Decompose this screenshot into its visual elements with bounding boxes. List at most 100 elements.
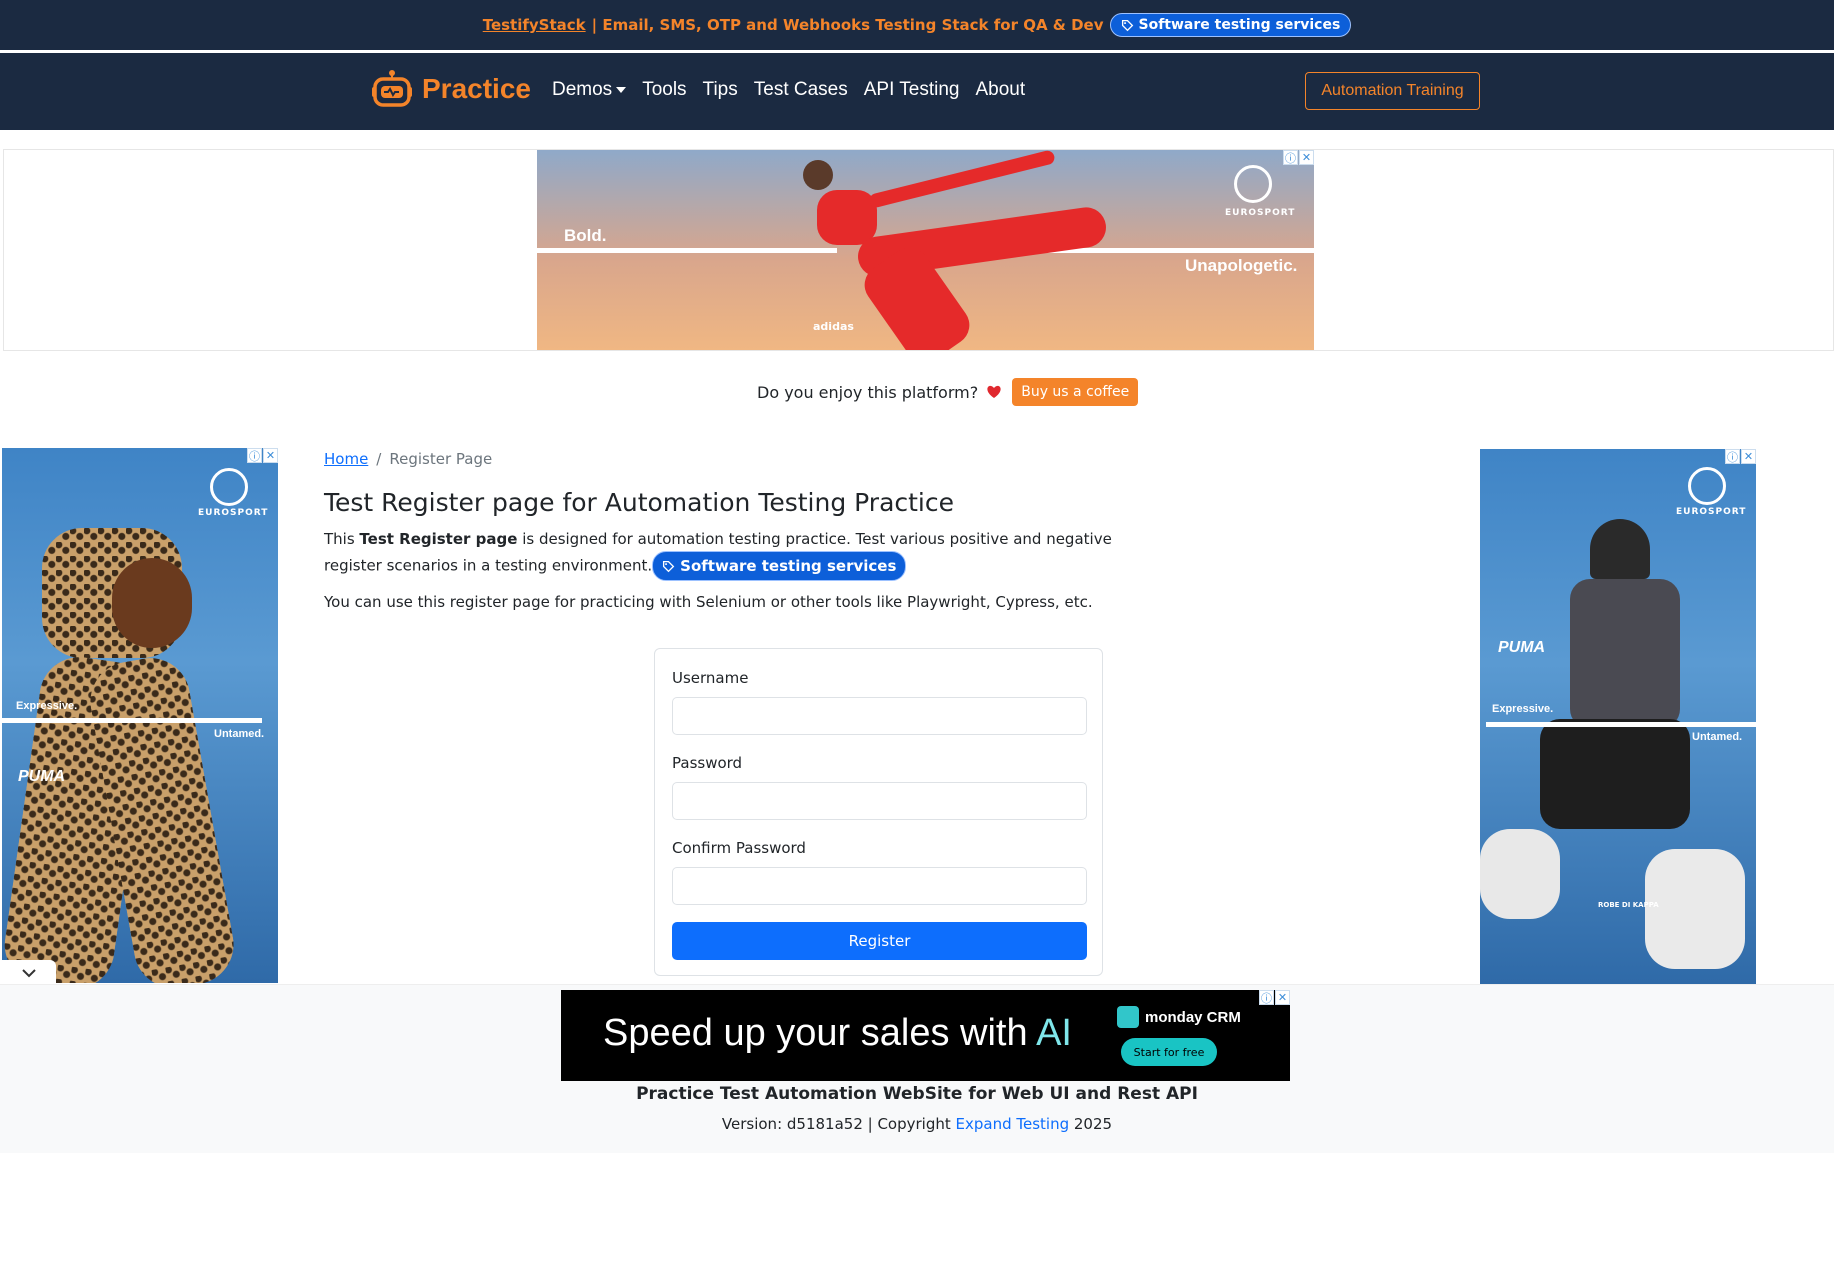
ad-word-unapologetic: Unapologetic. [1185, 256, 1298, 275]
ad-figure-shoe [1480, 829, 1560, 919]
software-testing-pill[interactable]: Software testing services [652, 551, 907, 581]
ad-figure-torso [817, 190, 877, 245]
ad-word-expressive: Expressive. [16, 700, 78, 712]
tag-icon [663, 560, 675, 572]
brand[interactable]: Practice [370, 67, 531, 111]
footer-year: 2025 [1069, 1115, 1113, 1133]
nav-tips[interactable]: Tips [703, 79, 738, 101]
ad-word-bold: Bold. [564, 226, 607, 245]
ad-stripe [1486, 722, 1756, 727]
username-input[interactable] [672, 697, 1087, 735]
robot-logo-icon [372, 70, 412, 107]
eurosport-logo-icon [1688, 467, 1726, 505]
breadcrumb: Home / Register Page [324, 450, 492, 468]
ad-figure-hair [112, 558, 192, 648]
pill-label: Software testing services [1138, 17, 1341, 33]
automation-training-button[interactable]: Automation Training [1305, 72, 1480, 110]
start-free-button[interactable]: Start for free [1121, 1038, 1217, 1066]
testifystack-link[interactable]: TestifyStack [483, 16, 586, 34]
monday-logo-icon [1117, 1006, 1139, 1028]
heart-icon [987, 385, 1001, 398]
nav-api-testing[interactable]: API Testing [864, 79, 960, 101]
ad-close-icon[interactable]: ✕ [1299, 150, 1314, 165]
coffee-row: Do you enjoy this platform? Buy us a cof… [757, 378, 1139, 406]
ad-sponsor: adidas [813, 320, 854, 333]
password-input[interactable] [672, 782, 1087, 820]
ad-info-icon[interactable]: ⓘ [1283, 150, 1298, 165]
register-form: Username Password Confirm Password Regis… [654, 648, 1103, 976]
nav-tools[interactable]: Tools [642, 79, 686, 101]
expand-testing-link[interactable]: Expand Testing [956, 1115, 1070, 1133]
ad-word-untamed: Untamed. [1692, 731, 1743, 743]
ad-figure-torso [1570, 579, 1680, 729]
breadcrumb-home[interactable]: Home [324, 450, 368, 468]
bottom-ad-banner[interactable]: Speed up your sales with AI monday CRM S… [561, 990, 1290, 1081]
nav-about[interactable]: About [976, 79, 1026, 101]
page-title: Test Register page for Automation Testin… [324, 488, 955, 517]
ad-figure-arm [868, 150, 1056, 209]
top-banner: TestifyStack | Email, SMS, OTP and Webho… [0, 0, 1834, 50]
buy-coffee-button[interactable]: Buy us a coffee [1012, 378, 1139, 406]
top-ad-banner[interactable]: Bold. Unapologetic. EUROSPORT adidas ⓘ ✕ [537, 150, 1314, 350]
ad-controls: ⓘ ✕ [1725, 449, 1756, 464]
chevron-down-icon [22, 969, 36, 978]
nav-test-cases[interactable]: Test Cases [754, 79, 848, 101]
pill-label: Software testing services [680, 557, 897, 575]
main-navbar: Practice Demos Tools Tips Test Cases API… [0, 53, 1834, 130]
ad-stripe [537, 248, 837, 253]
ad-controls: ⓘ ✕ [247, 448, 278, 463]
nav-demos-label: Demos [552, 79, 613, 100]
breadcrumb-separator: / [376, 450, 382, 468]
ad-word-untamed: Untamed. [214, 728, 265, 740]
ad-figure-head [803, 160, 833, 190]
collapse-ad-button[interactable] [2, 960, 56, 986]
ad-sponsor: PUMA [18, 768, 66, 785]
monday-brand: monday CRM [1117, 1006, 1241, 1028]
footer-version-text: Version: d5181a52 | Copyright [721, 1115, 956, 1133]
desc-bold: Test Register page [359, 530, 518, 548]
footer-title: Practice Test Automation WebSite for Web… [636, 1084, 1198, 1104]
ad-close-icon[interactable]: ✕ [1275, 990, 1290, 1005]
caret-down-icon [616, 86, 627, 93]
ad-stripe [2, 718, 262, 723]
breadcrumb-current: Register Page [389, 450, 493, 468]
bottom-ad-text-main: Speed up your sales with [603, 1012, 1037, 1054]
ad-info-icon[interactable]: ⓘ [247, 448, 262, 463]
ad-close-icon[interactable]: ✕ [263, 448, 278, 463]
ad-controls: ⓘ ✕ [1259, 990, 1290, 1005]
page-description: This Test Register page is designed for … [324, 527, 1114, 581]
top-banner-text: | Email, SMS, OTP and Webhooks Testing S… [591, 16, 1104, 34]
right-side-ad[interactable]: Expressive. Untamed. PUMA ROBE DI KAPPA … [1480, 449, 1756, 984]
software-testing-pill[interactable]: Software testing services [1109, 13, 1352, 37]
ad-info-icon[interactable]: ⓘ [1259, 990, 1274, 1005]
confirm-password-label: Confirm Password [672, 839, 806, 857]
ad-sponsor-2: ROBE DI KAPPA [1598, 901, 1659, 909]
footer-version: Version: d5181a52 | Copyright Expand Tes… [0, 1115, 1834, 1133]
ad-figure-shorts [1540, 719, 1690, 829]
ad-info-icon[interactable]: ⓘ [1725, 449, 1740, 464]
monday-brand-label: monday CRM [1145, 1008, 1241, 1026]
confirm-password-input[interactable] [672, 867, 1087, 905]
username-label: Username [672, 669, 749, 687]
ad-sponsor: PUMA [1498, 639, 1546, 656]
brand-name: Practice [422, 73, 531, 104]
ad-brand: EUROSPORT [1225, 208, 1296, 218]
register-button[interactable]: Register [672, 922, 1087, 960]
bottom-ad-text-ai: AI [1036, 1012, 1072, 1054]
nav-demos[interactable]: Demos [552, 79, 627, 101]
tag-icon [1121, 19, 1133, 31]
page-description-2: You can use this register page for pract… [324, 593, 1093, 611]
ad-figure-hat [1590, 519, 1650, 579]
eurosport-logo-icon [1234, 165, 1272, 203]
desc-prefix: This [324, 530, 360, 548]
bottom-ad-headline: Speed up your sales with AI [603, 1012, 1072, 1055]
eurosport-logo-icon [210, 468, 248, 506]
ad-close-icon[interactable]: ✕ [1741, 449, 1756, 464]
ad-word-expressive: Expressive. [1492, 703, 1554, 715]
ad-brand: EUROSPORT [1676, 507, 1747, 517]
ad-brand: EUROSPORT [198, 508, 269, 518]
nav-links: Demos Tools Tips Test Cases API Testing … [552, 79, 1025, 101]
left-side-ad[interactable]: Expressive. Untamed. PUMA EUROSPORT ⓘ ✕ [2, 448, 278, 983]
coffee-question: Do you enjoy this platform? [757, 382, 979, 402]
ad-figure-shoe [1645, 849, 1745, 969]
